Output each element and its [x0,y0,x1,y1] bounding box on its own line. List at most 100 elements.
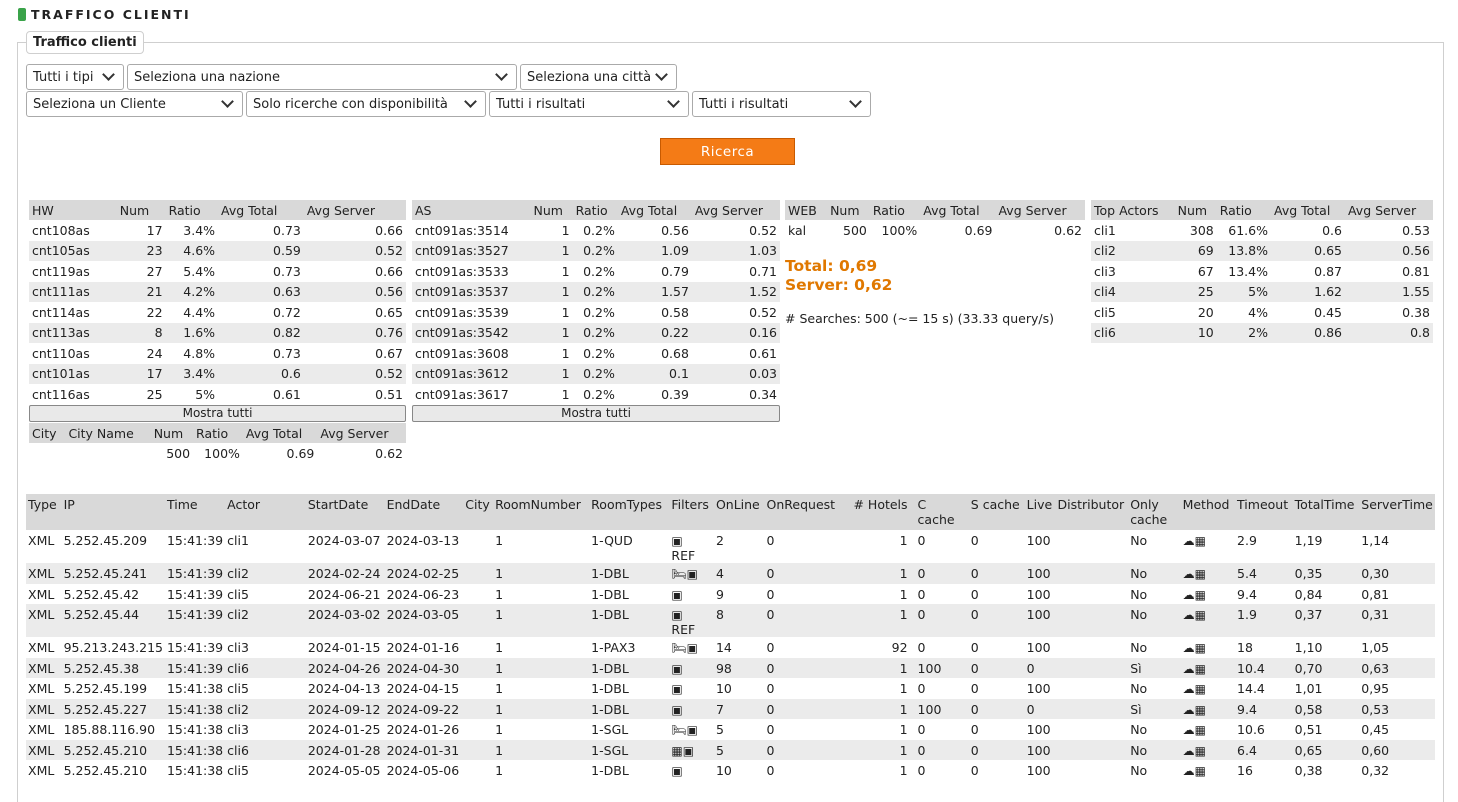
grid-icon: ▦ [1194,534,1206,548]
log-cell-filters: ▣ [669,678,714,699]
log-cell-live: 0 [1024,657,1056,678]
log-cell-actor: cli1 [227,533,249,548]
table-cell: 0.65 [375,304,403,320]
log-cell-type: XML [28,722,55,737]
column-header: Avg Server [317,423,406,443]
log-cell-ip: 5.252.45.210 [61,739,165,760]
cloud-icon: ☁ [1182,534,1195,548]
table-cell: cli4 [1091,281,1175,302]
table-cell: 0.69 [964,222,993,238]
table-cell: 1 [530,363,573,384]
results-select-1[interactable]: Tutti i risultati [489,91,689,117]
table-cell: cli3 [1094,263,1116,279]
filter-icons: ▣ [671,607,682,622]
table-cell: cnt091as:3533 [415,263,509,279]
log-cell-ip: 5.252.45.241 [61,563,165,584]
actors-header-row: Top Actors Num Ratio Avg Total Avg Server [1091,200,1433,220]
table-cell: 0.2% [583,345,615,361]
log-cell-onreq: 0 [766,586,775,602]
log-cell-timeout: 9.4 [1237,586,1257,602]
log-cell-start: 2024-06-21 [307,586,381,602]
log-cell-filters: 🛏▣ [669,637,714,658]
column-header: Distributor [1055,494,1129,530]
table-cell: 0.73 [273,345,301,361]
log-cell-only: No [1128,563,1181,584]
table-cell: 0.03 [691,363,780,384]
log-cell-ccache: 0 [917,763,926,778]
log-cell-dist [1055,698,1129,719]
table-row: cli1 308 61.6% 0.6 0.53 [1091,220,1433,241]
log-cell-live: 0 [1024,698,1056,719]
log-header-row: Type IP Time Actor StartDate EndDate City RoomN… [26,494,1435,530]
table-cell: 25 [146,386,163,402]
column-header: Ratio [193,423,243,443]
log-cell-hotels: 1 [899,681,908,696]
table-cell: 0.51 [375,386,403,402]
calendar-icon: ▣ [686,641,698,655]
as-show-all-button[interactable]: Mostra tutti [412,405,780,422]
grid-icon: ▦ [671,743,683,758]
table-cell: cli6 [1091,322,1175,343]
log-cell-server: 0,95 [1361,681,1390,696]
log-cell-dist [1055,604,1129,637]
type-select[interactable]: Tutti i tipi [26,64,124,90]
calendar-icon: ▣ [671,661,683,676]
log-cell-dist [1055,678,1128,699]
table-cell: 1.03 [691,240,780,261]
table-cell: 0.69 [286,445,315,461]
log-cell-online: 10 [715,763,732,778]
log-cell-timeout: 1.9 [1235,604,1293,637]
log-cell-roomtypes: 1-SGL [591,722,629,737]
log-cell-scache: 0 [970,640,979,655]
table-cell: 100% [204,445,240,461]
column-header: C cache [915,494,969,530]
filter-icons: 🛏▣ [671,566,698,581]
log-cell-onreq: 0 [766,763,775,778]
column-header: Avg Total [920,200,996,220]
table-cell: cnt105as [29,240,117,261]
column-header: Live [1024,494,1056,530]
log-cell-ccache: 0 [917,586,926,602]
table-cell: 3.4% [183,222,216,238]
log-cell-online: 5 [713,739,765,760]
table-cell: 0.39 [661,386,689,402]
results-select-2[interactable]: Tutti i risultati [692,91,871,117]
table-cell: 0.53 [1402,222,1430,238]
log-cell-method: ☁ ▦ [1180,739,1236,760]
availability-select[interactable]: Solo ricerche con disponibilità [246,91,486,117]
log-cell-live: 100 [1024,563,1056,584]
log-cell-city [463,637,493,658]
ref-label: REF [671,548,696,563]
table-cell: 0.2% [572,363,618,384]
table-cell: cnt091as:3542 [412,322,531,343]
log-cell-server: 0,32 [1361,763,1390,778]
log-cell-actor: cli3 [227,640,249,655]
hw-show-all-button[interactable]: Mostra tutti [29,405,406,422]
log-cell-time: 15:41:39 [166,640,224,655]
column-header: EndDate [384,494,464,530]
table-row: cnt119as 27 5.4% 0.73 0.66 [29,261,406,282]
table-cell: cli1 [1094,222,1116,238]
log-cell-end: 2024-03-13 [386,533,460,548]
table-cell: 5% [1216,281,1271,302]
log-cell-server: 0,53 [1359,698,1435,719]
table-cell: 0.2% [583,386,615,402]
grid-icon: ▦ [1194,743,1206,758]
cloud-icon: ☁ [1182,608,1195,622]
chevron-down-icon [655,68,668,81]
log-cell-filters: ▣ REF [669,604,714,637]
table-cell: 0.59 [218,240,304,261]
log-cell-time: 15:41:38 [166,722,224,737]
calendar-icon: ▣ [682,743,695,758]
log-cell-live: 100 [1024,604,1056,637]
table-cell: 61.6% [1228,222,1268,238]
country-select[interactable]: Seleziona una nazione [127,64,517,90]
search-button[interactable]: Ricerca [660,138,795,165]
city-select[interactable]: Seleziona una città [520,64,677,90]
ref-label: REF [671,622,696,637]
client-select[interactable]: Seleziona un Cliente [26,91,243,117]
column-header: Ratio [165,200,219,220]
log-cell-start: 2024-01-28 [305,739,385,760]
log-cell-live: 100 [1026,586,1051,602]
calendar-icon: ▣ [671,764,683,778]
